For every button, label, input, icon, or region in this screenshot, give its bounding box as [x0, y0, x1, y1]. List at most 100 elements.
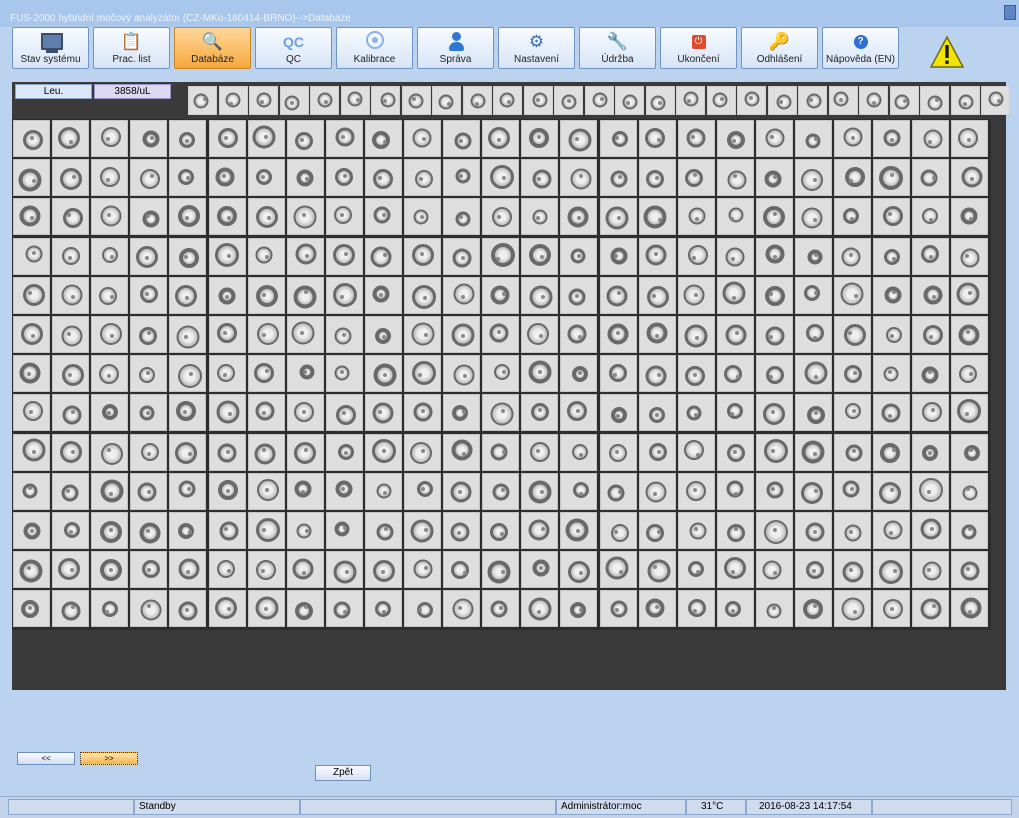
toolbar-button-napoveda[interactable]: ? Nápověda (EN) — [822, 27, 899, 69]
window-menu-icon[interactable] — [1004, 5, 1016, 20]
cell-image[interactable] — [716, 551, 754, 589]
cell-image[interactable] — [91, 472, 129, 510]
cell-image[interactable] — [325, 472, 363, 510]
cell-image[interactable] — [130, 316, 168, 353]
cell-image[interactable] — [443, 394, 481, 432]
cell-image[interactable] — [599, 355, 637, 393]
cell-image[interactable] — [482, 590, 520, 628]
cell-image[interactable] — [404, 472, 441, 510]
cell-image[interactable] — [52, 276, 90, 314]
cell-image[interactable] — [638, 394, 676, 432]
cell-image[interactable] — [834, 551, 872, 589]
cell-image[interactable] — [52, 433, 90, 471]
cell-image[interactable] — [873, 316, 911, 353]
cell-thumbnail[interactable] — [218, 86, 248, 115]
cell-image[interactable] — [521, 198, 559, 236]
cell-image[interactable] — [364, 472, 402, 510]
cell-image[interactable] — [755, 237, 793, 275]
cell-image[interactable] — [443, 237, 481, 275]
cell-image[interactable] — [951, 120, 989, 157]
cell-image[interactable] — [13, 276, 50, 314]
cell-image[interactable] — [52, 590, 90, 628]
cell-image[interactable] — [130, 590, 168, 628]
cell-image[interactable] — [247, 237, 285, 275]
cell-image[interactable] — [638, 512, 676, 549]
cell-image[interactable] — [677, 472, 715, 510]
cell-image[interactable] — [52, 316, 90, 353]
cell-image[interactable] — [130, 394, 168, 432]
cell-image[interactable] — [912, 590, 950, 628]
cell-image[interactable] — [677, 433, 715, 471]
cell-image[interactable] — [599, 394, 637, 432]
cell-image[interactable] — [286, 433, 324, 471]
cell-image[interactable] — [716, 394, 754, 432]
cell-image[interactable] — [951, 355, 989, 393]
cell-image[interactable] — [482, 472, 520, 510]
cell-thumbnail[interactable] — [889, 86, 919, 115]
cell-image[interactable] — [91, 159, 129, 197]
cell-image[interactable] — [52, 198, 90, 236]
cell-image[interactable] — [521, 276, 559, 314]
cell-image[interactable] — [638, 276, 676, 314]
cell-image[interactable] — [677, 276, 715, 314]
cell-image[interactable] — [91, 551, 129, 589]
cell-image[interactable] — [716, 433, 754, 471]
cell-image[interactable] — [130, 512, 168, 549]
cell-image[interactable] — [482, 198, 520, 236]
cell-image[interactable] — [834, 316, 872, 353]
cell-image[interactable] — [286, 512, 324, 549]
cell-thumbnail[interactable] — [859, 86, 888, 115]
cell-image[interactable] — [52, 120, 90, 157]
prev-page-button[interactable]: << — [17, 752, 75, 765]
cell-image[interactable] — [951, 590, 989, 628]
cell-image[interactable] — [521, 433, 559, 471]
cell-thumbnail[interactable] — [981, 86, 1010, 115]
cell-image[interactable] — [951, 316, 989, 353]
cell-thumbnail[interactable] — [767, 86, 797, 115]
cell-image[interactable] — [130, 276, 168, 314]
cell-image[interactable] — [364, 551, 402, 589]
cell-image[interactable] — [482, 512, 520, 549]
cell-image[interactable] — [130, 198, 168, 236]
cell-thumbnail[interactable] — [554, 86, 583, 115]
cell-image[interactable] — [364, 276, 402, 314]
cell-image[interactable] — [130, 433, 168, 471]
cell-image[interactable] — [91, 394, 129, 432]
cell-image[interactable] — [912, 472, 950, 510]
cell-image[interactable] — [52, 355, 90, 393]
cell-image[interactable] — [208, 394, 246, 432]
cell-image[interactable] — [873, 590, 911, 628]
cell-image[interactable] — [247, 472, 285, 510]
cell-image[interactable] — [443, 276, 481, 314]
cell-image[interactable] — [599, 276, 637, 314]
cell-image[interactable] — [873, 237, 911, 275]
cell-image[interactable] — [795, 237, 832, 275]
cell-image[interactable] — [169, 394, 207, 432]
cell-image[interactable] — [247, 120, 285, 157]
cell-image[interactable] — [677, 237, 715, 275]
cell-image[interactable] — [91, 198, 129, 236]
cell-image[interactable] — [52, 237, 90, 275]
cell-image[interactable] — [443, 120, 481, 157]
cell-image[interactable] — [169, 120, 207, 157]
cell-image[interactable] — [13, 159, 50, 197]
cell-image[interactable] — [638, 590, 676, 628]
cell-image[interactable] — [404, 590, 441, 628]
cell-image[interactable] — [208, 316, 246, 353]
cell-image[interactable] — [677, 394, 715, 432]
cell-image[interactable] — [52, 551, 90, 589]
warning-icon[interactable] — [930, 36, 964, 68]
toolbar-button-odhlaseni[interactable]: 🔑 Odhlášení — [741, 27, 818, 69]
cell-image[interactable] — [169, 316, 207, 353]
cell-image[interactable] — [521, 551, 559, 589]
cell-image[interactable] — [834, 433, 872, 471]
cell-image[interactable] — [13, 120, 50, 157]
toolbar-button-databaze[interactable]: 🔍 Databáze — [174, 27, 251, 69]
cell-thumbnail[interactable] — [737, 86, 766, 115]
cell-image[interactable] — [638, 433, 676, 471]
cell-image[interactable] — [13, 551, 50, 589]
cell-image[interactable] — [13, 512, 50, 549]
cell-image[interactable] — [13, 355, 50, 393]
cell-image[interactable] — [286, 590, 324, 628]
cell-image[interactable] — [286, 237, 324, 275]
